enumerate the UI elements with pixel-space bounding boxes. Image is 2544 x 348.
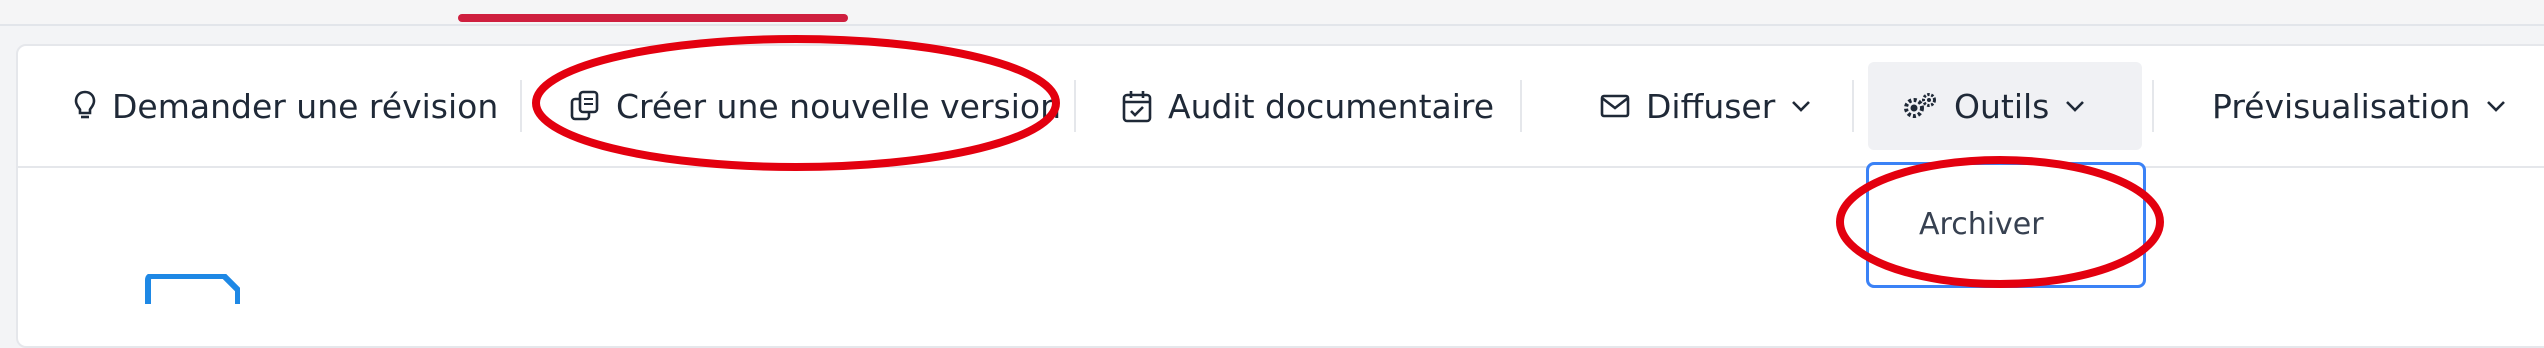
request-revision-label: Demander une révision	[112, 86, 499, 126]
calendar-check-icon	[1122, 91, 1152, 123]
create-new-version-button[interactable]: Créer une nouvelle version	[556, 62, 1075, 150]
tools-dropdown-menu: Archiver	[1866, 162, 2146, 288]
toolbar-separator	[1074, 80, 1076, 132]
top-tab-bar	[0, 0, 2544, 26]
distribute-label: Diffuser	[1646, 86, 1776, 126]
toolbar-separator	[520, 80, 522, 132]
tools-label: Outils	[1954, 86, 2050, 126]
document-audit-label: Audit documentaire	[1168, 86, 1495, 126]
copy-icon	[570, 90, 599, 121]
document-toolbar: Demander une révision Créer une nouvelle…	[16, 44, 2544, 168]
toolbar-separator	[1520, 80, 1522, 132]
document-icon	[145, 274, 240, 304]
distribute-dropdown-button[interactable]: Diffuser	[1586, 62, 1825, 150]
cogs-icon	[1904, 93, 1936, 118]
archive-menu-item[interactable]: Archiver	[1919, 207, 2044, 242]
request-revision-button[interactable]: Demander une révision	[60, 62, 512, 150]
chevron-down-icon	[2487, 101, 2506, 112]
toolbar-separator	[2152, 80, 2154, 132]
envelope-icon	[1600, 94, 1630, 118]
chevron-down-icon	[2066, 101, 2085, 112]
toolbar-separator	[1852, 80, 1854, 132]
chevron-down-icon	[1792, 101, 1811, 112]
tools-dropdown-button[interactable]: Outils	[1868, 62, 2142, 150]
document-audit-button[interactable]: Audit documentaire	[1108, 62, 1508, 150]
create-new-version-label: Créer une nouvelle version	[616, 86, 1062, 126]
preview-label: Prévisualisation	[2212, 86, 2471, 126]
preview-dropdown-button[interactable]: Prévisualisation	[2198, 62, 2520, 150]
lightbulb-icon	[74, 90, 96, 119]
active-tab-indicator	[458, 14, 848, 22]
